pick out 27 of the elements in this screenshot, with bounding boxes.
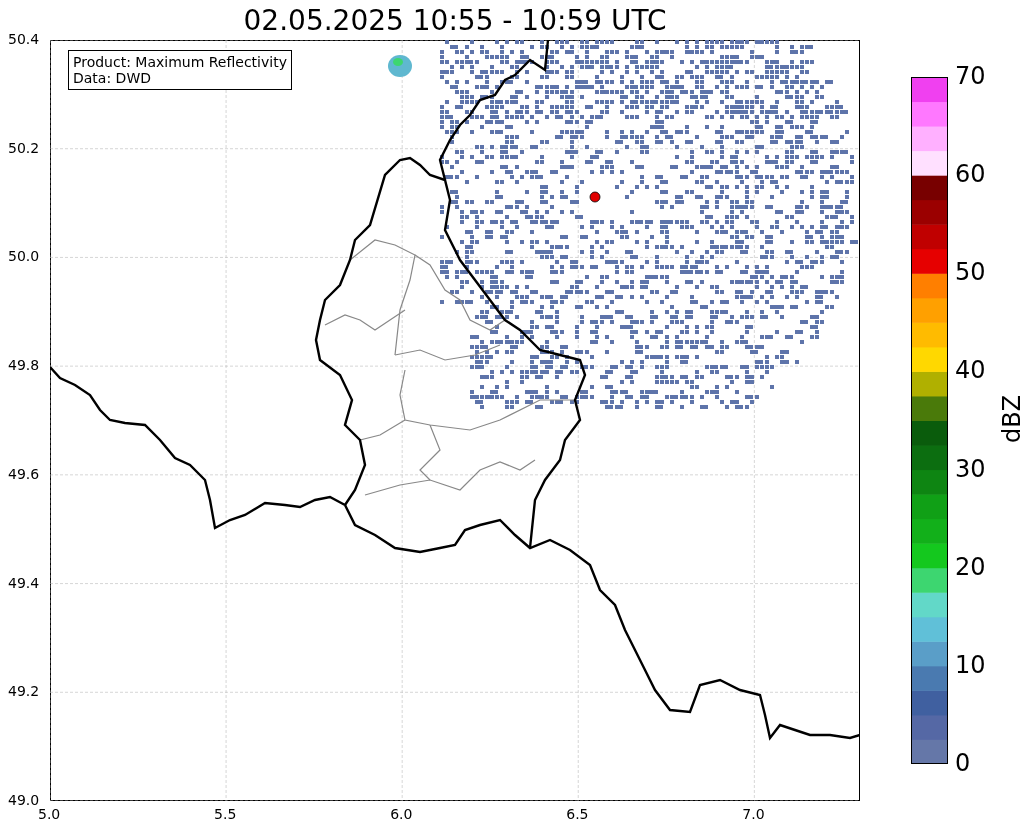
x-tick-label: 7.0 <box>742 806 765 822</box>
info-text: Data: DWD <box>73 70 152 86</box>
x-tick-label: 5.0 <box>38 806 61 822</box>
y-tick-label: 49.8 <box>8 357 40 374</box>
colorbar-tick-label: 30 <box>955 454 986 483</box>
colorbar-tick-label: 0 <box>955 749 971 777</box>
y-tick-label: 49.0 <box>8 792 40 808</box>
radar-site-marker <box>589 191 601 203</box>
colorbar-tick-label: 40 <box>955 356 986 385</box>
colorbar-tick-label: 50 <box>955 258 986 287</box>
chart-title: 02.05.2025 10:55 - 10:59 UTC <box>242 4 668 37</box>
colorbar-tick-label: 20 <box>955 552 986 581</box>
y-tick-label: 50.2 <box>8 139 40 156</box>
y-tick-label: 50.4 <box>8 31 40 47</box>
x-tick-label: 6.5 <box>566 806 589 822</box>
colorbar-tick-label: 60 <box>955 160 986 189</box>
radar-echo-drawing <box>388 55 412 77</box>
colorbar-tick-label: 70 <box>955 62 986 90</box>
x-tick-label: 5.5 <box>214 806 237 822</box>
x-tick-label: 6.0 <box>390 806 413 822</box>
colorbar-label: dBZ <box>999 394 1023 444</box>
info-text: Product: Maximum Reflectivity <box>73 54 287 70</box>
y-tick-label: 49.6 <box>8 465 40 482</box>
colorbar-tick-label: 10 <box>955 650 986 679</box>
y-tick-label: 49.4 <box>8 574 40 591</box>
y-tick-label: 49.2 <box>8 683 40 700</box>
y-tick-label: 50.0 <box>8 248 40 265</box>
